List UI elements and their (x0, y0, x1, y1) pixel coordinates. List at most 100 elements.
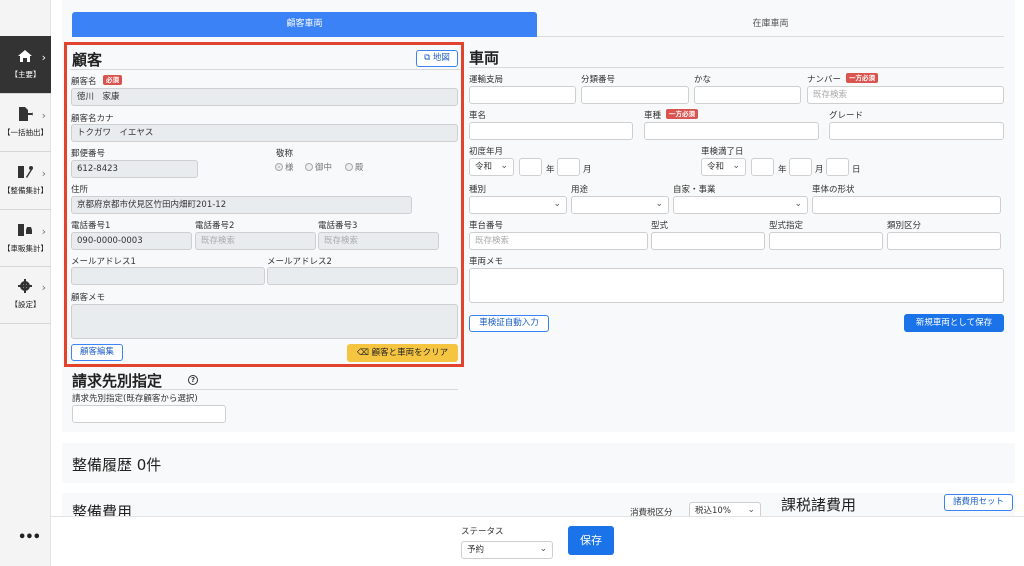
car-type-field[interactable] (644, 122, 819, 140)
save-button[interactable]: 保存 (568, 526, 614, 555)
taxable-costs-title: 課税諸費用 (781, 496, 857, 514)
phone3-label: 電話番号3 (318, 221, 358, 231)
customer-name-field[interactable]: 徳川 家康 (71, 88, 458, 106)
sidebar-item-label: 【車販集計】 (3, 244, 48, 253)
vehicle-memo-label: 車両メモ (469, 257, 504, 267)
zip-label: 郵便番号 (71, 149, 106, 159)
file-export-icon (19, 107, 33, 121)
body-shape-label: 車体の形状 (812, 185, 855, 195)
billing-customer-field[interactable] (72, 405, 226, 423)
model-field[interactable] (651, 232, 765, 250)
use-label: 用途 (571, 185, 589, 195)
tab-customer-vehicle[interactable]: 顧客車両 (72, 12, 537, 37)
plate-number-field[interactable]: 既存検索 (807, 86, 1004, 104)
customer-name-label: 顧客名 (71, 77, 97, 87)
first-reg-month-field[interactable] (557, 158, 580, 176)
mail1-field[interactable] (71, 267, 265, 285)
car-doc-icon (18, 224, 32, 236)
inspection-day-field[interactable] (826, 158, 849, 176)
clear-customer-vehicle-button[interactable]: ⌫ 顧客と車両をクリア (347, 344, 458, 362)
sidebar-item-label: 【主要】 (10, 70, 41, 79)
first-reg-year-field[interactable] (519, 158, 542, 176)
customer-edit-button[interactable]: 顧客編集 (71, 344, 123, 361)
honorific-radio-sama[interactable]: 様 (275, 161, 294, 173)
month-unit: 月 (815, 165, 824, 175)
mail2-label: メールアドレス2 (267, 257, 332, 267)
save-new-vehicle-button[interactable]: 新規車両として保存 (904, 314, 1004, 332)
kind-select[interactable] (469, 196, 567, 214)
vehicle-title: 車両 (469, 49, 500, 67)
chevron-right-icon: › (41, 109, 46, 122)
external-link-icon: ⧉ (424, 53, 431, 63)
more-menu-button[interactable]: ••• (18, 530, 41, 545)
private-business-label: 自家・事業 (673, 185, 716, 195)
phone2-field[interactable]: 既存検索 (195, 232, 316, 250)
year-unit: 年 (546, 165, 555, 175)
status-select[interactable]: 予約 (461, 541, 553, 559)
honorific-label: 敬称 (276, 149, 294, 159)
inspection-era-select[interactable]: 令和 (701, 158, 746, 176)
phone1-field[interactable]: 090-0000-0003 (71, 232, 192, 250)
customer-memo-field[interactable] (71, 304, 458, 339)
customer-memo-label: 顧客メモ (71, 293, 106, 303)
sidebar-item-main[interactable]: › 【主要】 (0, 36, 51, 93)
model-designation-label: 型式指定 (769, 221, 804, 231)
chevron-right-icon: › (41, 51, 46, 64)
phone2-label: 電話番号2 (195, 221, 235, 231)
first-registration-label: 初度年月 (469, 147, 504, 157)
category-field[interactable] (887, 232, 1001, 250)
customer-kana-field[interactable]: トクガワ イエヤス (71, 124, 458, 142)
chevron-right-icon: › (41, 225, 46, 238)
required-badge: 必須 (103, 75, 122, 85)
body-shape-field[interactable] (812, 196, 1001, 214)
eraser-icon: ⌫ (356, 348, 369, 358)
grade-field[interactable] (829, 122, 1004, 140)
sidebar-item-car-sales-summary[interactable]: › 【車販集計】 (0, 210, 51, 267)
status-label: ステータス (461, 527, 504, 537)
inspection-month-field[interactable] (789, 158, 812, 176)
class-number-label: 分類番号 (581, 75, 616, 85)
vehicle-memo-field[interactable] (469, 268, 1004, 303)
model-designation-field[interactable] (769, 232, 883, 250)
tab-stock-vehicle[interactable]: 在庫車両 (537, 12, 1004, 37)
inspection-year-field[interactable] (751, 158, 774, 176)
help-icon[interactable]: ? (188, 375, 198, 385)
address-label: 住所 (71, 185, 89, 195)
honorific-radio-dono[interactable]: 殿 (345, 161, 364, 173)
billing-select-label: 請求先別指定(既存顧客から選択) (72, 394, 198, 404)
month-unit: 月 (583, 165, 592, 175)
office-field[interactable] (469, 86, 576, 104)
grade-label: グレード (829, 111, 864, 121)
home-icon (18, 50, 32, 62)
sidebar-item-maintenance-summary[interactable]: › 【整備集計】 (0, 152, 51, 209)
chassis-number-field[interactable]: 既存検索 (469, 232, 648, 250)
history-title: 整備履歴 0件 (72, 456, 162, 474)
model-label: 型式 (651, 221, 669, 231)
use-select[interactable] (571, 196, 669, 214)
expense-set-button[interactable]: 諸費用セット (944, 494, 1013, 511)
mail2-field[interactable] (267, 267, 458, 285)
sidebar-item-label: 【一括抽出】 (3, 128, 48, 137)
sidebar-item-bulk-extract[interactable]: › 【一括抽出】 (0, 94, 51, 151)
plate-kana-field[interactable] (694, 86, 801, 104)
honorific-radio-onchu[interactable]: 御中 (305, 161, 332, 173)
car-name-field[interactable] (469, 122, 633, 140)
customer-kana-label: 顧客名カナ (71, 114, 114, 124)
sidebar: › 【主要】 › 【一括抽出】 › 【整備集計】 › 【車販集計】 › 【設定】… (0, 0, 51, 566)
class-number-field[interactable] (581, 86, 689, 104)
sidebar-item-label: 【整備集計】 (3, 186, 48, 195)
office-label: 運輸支局 (469, 75, 504, 85)
sidebar-item-settings[interactable]: › 【設定】 (0, 266, 51, 323)
car-name-label: 車名 (469, 111, 487, 121)
inspection-expiry-label: 車検満了日 (701, 147, 744, 157)
phone1-label: 電話番号1 (71, 221, 111, 231)
chevron-right-icon: › (41, 281, 46, 294)
private-business-select[interactable] (673, 196, 808, 214)
map-button[interactable]: ⧉ 地図 (416, 50, 458, 67)
zip-field[interactable]: 612-8423 (71, 160, 198, 178)
first-reg-era-select[interactable]: 令和 (469, 158, 514, 176)
address-field[interactable]: 京都府京都市伏見区竹田内畑町201-12 (71, 196, 412, 214)
phone3-field[interactable]: 既存検索 (318, 232, 439, 250)
category-label: 類別区分 (887, 221, 922, 231)
auto-input-button[interactable]: 車検証自動入力 (469, 315, 549, 332)
